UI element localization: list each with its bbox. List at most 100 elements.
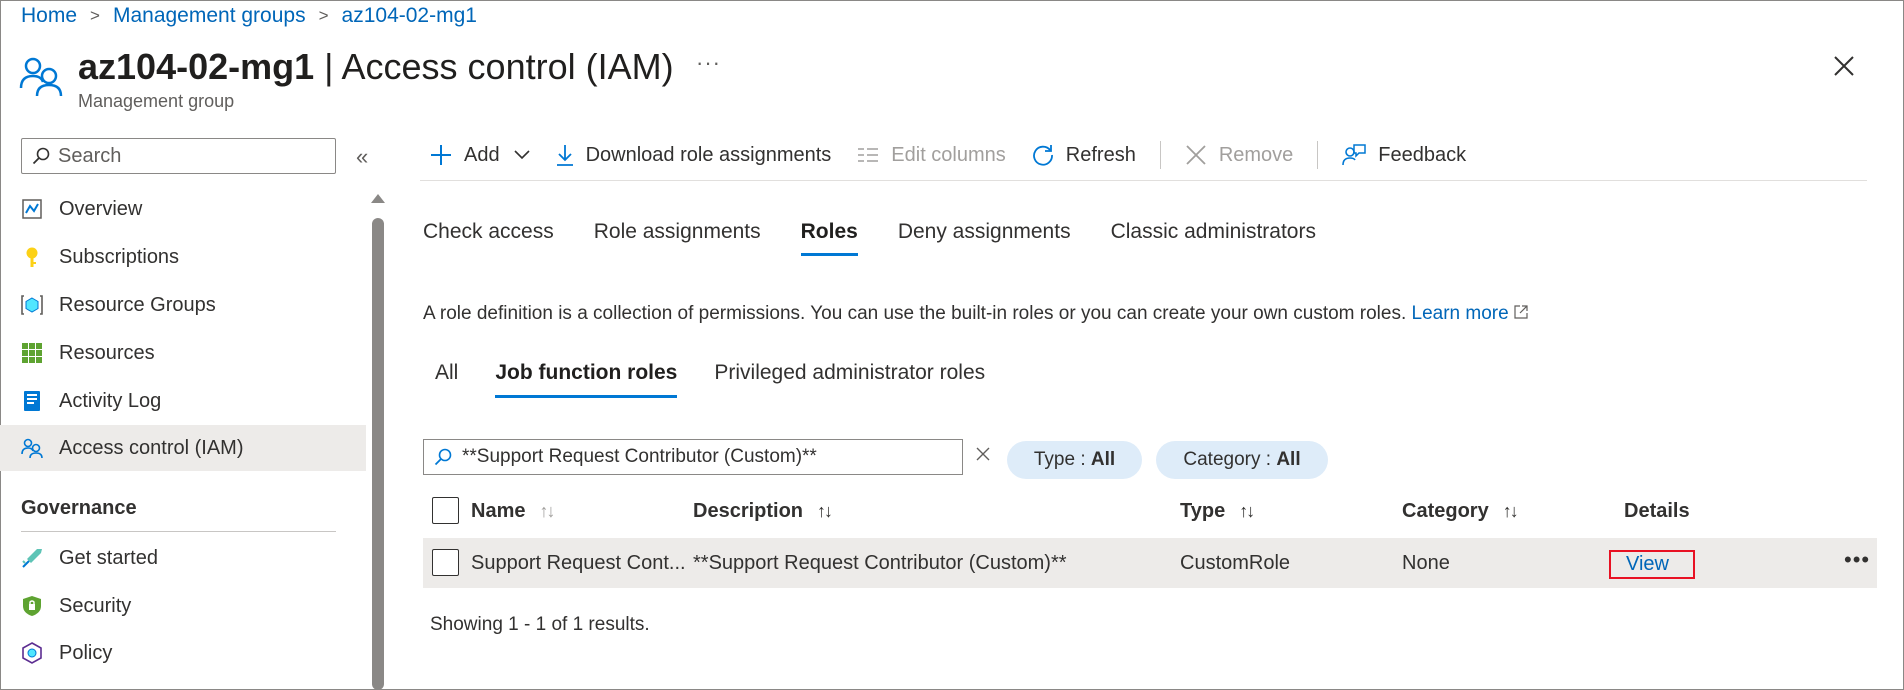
feedback-icon	[1342, 144, 1367, 166]
search-icon	[434, 448, 452, 466]
refresh-label: Refresh	[1065, 143, 1136, 166]
sidebar-item-resource-groups[interactable]: Resource Groups	[0, 282, 366, 328]
column-header-name[interactable]: Name ↑↓	[471, 500, 555, 523]
category-filter-pill[interactable]: Category : All	[1156, 441, 1328, 479]
page-title-name: az104-02-mg1	[78, 46, 315, 87]
edit-columns-label: Edit columns	[891, 143, 1006, 166]
sort-icon: ↑↓	[1239, 501, 1255, 521]
role-name-cell: Support Request Cont...	[471, 552, 686, 574]
tab-check-access[interactable]: Check access	[423, 220, 554, 254]
policy-icon	[21, 642, 43, 664]
page-subtitle: Management group	[78, 91, 235, 111]
key-icon	[21, 246, 43, 268]
sidebar-item-security[interactable]: Security	[0, 583, 366, 629]
sidebar-scrollbar[interactable]	[372, 218, 384, 690]
remove-button[interactable]: Remove	[1185, 144, 1293, 167]
shield-icon	[21, 595, 43, 617]
column-header-details: Details	[1624, 500, 1690, 522]
columns-icon	[858, 148, 879, 162]
column-header-category[interactable]: Category ↑↓	[1402, 500, 1519, 523]
log-icon	[21, 390, 43, 412]
feedback-label: Feedback	[1378, 143, 1467, 166]
role-type-cell: CustomRole	[1180, 552, 1291, 574]
category-filter-label: Category :	[1183, 449, 1277, 470]
column-header-description[interactable]: Description ↑↓	[693, 500, 833, 523]
tab-deny-assignments[interactable]: Deny assignments	[898, 220, 1071, 254]
add-label: Add	[464, 143, 500, 166]
breadcrumb-management-groups[interactable]: Management groups	[113, 4, 306, 28]
row-more-options-icon[interactable]: •••	[1844, 547, 1870, 573]
search-icon	[32, 147, 50, 165]
close-icon	[1186, 145, 1206, 165]
plus-icon	[431, 145, 451, 165]
grid-icon	[21, 342, 43, 364]
sort-icon: ↑↓	[817, 501, 833, 521]
refresh-icon	[1032, 145, 1053, 166]
roles-description: A role definition is a collection of per…	[423, 303, 1528, 325]
chevron-right-icon: >	[318, 6, 329, 25]
overview-icon	[21, 198, 43, 220]
breadcrumb-current[interactable]: az104-02-mg1	[342, 4, 477, 28]
tab-roles[interactable]: Roles	[800, 220, 859, 256]
sidebar-divider	[21, 531, 336, 532]
description-text: A role definition is a collection of per…	[423, 303, 1407, 324]
sidebar-item-resources[interactable]: Resources	[0, 330, 366, 376]
sidebar-item-overview[interactable]: Overview	[0, 186, 366, 232]
learn-more-link[interactable]: Learn more	[1412, 303, 1528, 324]
sidebar-item-label: Overview	[59, 197, 143, 220]
tab-role-assignments[interactable]: Role assignments	[594, 220, 761, 254]
edit-columns-button[interactable]: Edit columns	[857, 144, 1006, 167]
role-category-cell: None	[1402, 552, 1450, 574]
remove-label: Remove	[1218, 143, 1294, 166]
refresh-button[interactable]: Refresh	[1032, 144, 1136, 167]
sidebar-item-activity-log[interactable]: Activity Log	[0, 378, 366, 424]
subtab-all[interactable]: All	[435, 361, 458, 395]
tab-classic-administrators[interactable]: Classic administrators	[1111, 220, 1316, 254]
sidebar-item-policy[interactable]: Policy	[0, 630, 366, 676]
tab-bar: Check access Role assignments Roles Deny…	[423, 220, 1356, 256]
clear-search-icon[interactable]	[974, 445, 992, 463]
collapse-sidebar-icon[interactable]: «	[356, 144, 368, 170]
role-search-input[interactable]: **Support Request Contributor (Custom)**	[423, 439, 963, 475]
sidebar-item-label: Activity Log	[59, 389, 162, 412]
quickstart-icon	[21, 547, 43, 569]
type-filter-label: Type :	[1033, 449, 1091, 470]
page-title-section: | Access control (IAM)	[324, 46, 674, 87]
people-icon	[21, 437, 43, 459]
type-filter-value: All	[1090, 449, 1116, 470]
resource-group-icon	[21, 294, 43, 316]
download-icon	[556, 145, 573, 166]
select-all-checkbox[interactable]	[432, 497, 459, 524]
close-icon[interactable]	[1832, 54, 1856, 78]
feedback-button[interactable]: Feedback	[1342, 143, 1466, 167]
view-details-link[interactable]: View	[1609, 550, 1695, 579]
subtab-privileged-administrator-roles[interactable]: Privileged administrator roles	[714, 361, 985, 395]
add-button[interactable]: Add	[430, 144, 530, 167]
external-link-icon	[1514, 305, 1528, 319]
sidebar-item-subscriptions[interactable]: Subscriptions	[0, 234, 366, 280]
sidebar-item-label: Resource Groups	[59, 293, 216, 316]
sidebar-item-label: Access control (IAM)	[59, 436, 244, 459]
toolbar-divider	[420, 180, 1867, 181]
more-options-icon[interactable]: ···	[696, 50, 721, 76]
row-checkbox[interactable]	[432, 549, 459, 576]
results-count: Showing 1 - 1 of 1 results.	[430, 614, 650, 635]
sidebar-search-input[interactable]: Search	[21, 138, 336, 174]
scroll-up-arrow-icon[interactable]	[371, 194, 385, 203]
breadcrumb-home[interactable]: Home	[21, 4, 77, 28]
type-filter-pill[interactable]: Type : All	[1007, 441, 1142, 479]
sidebar-item-access-control[interactable]: Access control (IAM)	[0, 425, 366, 471]
sidebar-section-governance: Governance	[21, 497, 137, 519]
download-role-assignments-button[interactable]: Download role assignments	[556, 143, 832, 167]
role-filter-tabs: All Job function roles Privileged admini…	[435, 361, 1022, 398]
breadcrumb: Home > Management groups > az104-02-mg1	[21, 4, 477, 28]
chevron-down-icon	[514, 150, 530, 160]
sidebar-item-get-started[interactable]: Get started	[0, 535, 366, 581]
subtab-job-function-roles[interactable]: Job function roles	[495, 361, 678, 398]
download-label: Download role assignments	[585, 143, 832, 166]
chevron-right-icon: >	[90, 6, 100, 25]
sort-icon: ↑↓	[539, 501, 555, 521]
column-header-type[interactable]: Type ↑↓	[1180, 500, 1255, 523]
toolbar-separator	[1159, 141, 1161, 169]
role-search-value: **Support Request Contributor (Custom)**	[462, 446, 817, 467]
